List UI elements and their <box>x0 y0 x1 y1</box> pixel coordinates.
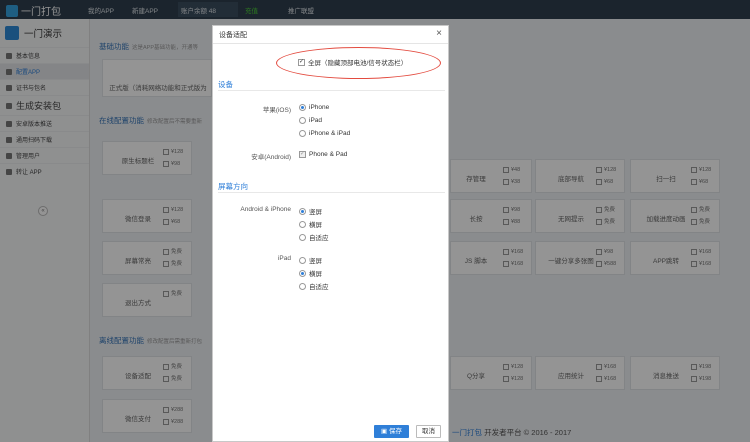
device-adapt-modal: 设备适配 × ✓ 全屏（隐藏顶部电池/信号状态栏） 设备 苹果(iOS) iPho… <box>212 25 449 442</box>
divider <box>213 43 448 44</box>
modal-title: 设备适配 <box>219 32 247 39</box>
checkbox-checked-icon: ✓ <box>298 58 305 66</box>
radio-ipad-portrait[interactable]: 竖屏 <box>299 255 322 265</box>
radio-icon <box>299 282 306 290</box>
radio-icon <box>299 220 306 228</box>
radio-selected-icon <box>299 104 306 111</box>
orientation-section-title: 屏幕方向 <box>218 182 248 191</box>
save-button[interactable]: ▣ 保存 <box>374 425 409 438</box>
radio-ios-ipad[interactable]: iPad <box>299 117 322 124</box>
radio-ios-both[interactable]: iPhone & iPad <box>299 130 350 137</box>
radio-icon <box>299 256 306 264</box>
android-label: 安卓(Android) <box>251 154 291 161</box>
divider <box>218 192 445 193</box>
radio-phone-portrait[interactable]: 竖屏 <box>299 206 322 216</box>
radio-icon <box>299 233 306 241</box>
radio-phone-landscape[interactable]: 横屏 <box>299 219 322 229</box>
radio-icon <box>299 130 306 137</box>
radio-ipad-landscape[interactable]: 横屏 <box>299 268 322 278</box>
checkbox-checked-disabled-icon: ✓ <box>299 151 306 158</box>
device-section-title: 设备 <box>218 80 233 89</box>
close-icon[interactable]: × <box>436 28 442 39</box>
divider <box>218 90 445 91</box>
ipad-label: iPad <box>277 255 291 262</box>
radio-phone-auto[interactable]: 自适应 <box>299 232 329 242</box>
ios-label: 苹果(iOS) <box>262 107 291 114</box>
radio-ipad-auto[interactable]: 自适应 <box>299 281 329 291</box>
radio-icon <box>299 117 306 124</box>
cancel-button[interactable]: 取消 <box>416 425 441 438</box>
fullscreen-checkbox[interactable]: ✓ 全屏（隐藏顶部电池/信号状态栏） <box>298 57 407 67</box>
checkbox-android-phone-pad: ✓ Phone & Pad <box>299 151 348 158</box>
radio-selected-icon <box>299 269 306 277</box>
android-iphone-label: Android & iPhone <box>240 206 291 213</box>
radio-selected-icon <box>299 207 306 215</box>
save-icon: ▣ <box>381 428 389 435</box>
radio-ios-iphone[interactable]: iPhone <box>299 104 329 111</box>
